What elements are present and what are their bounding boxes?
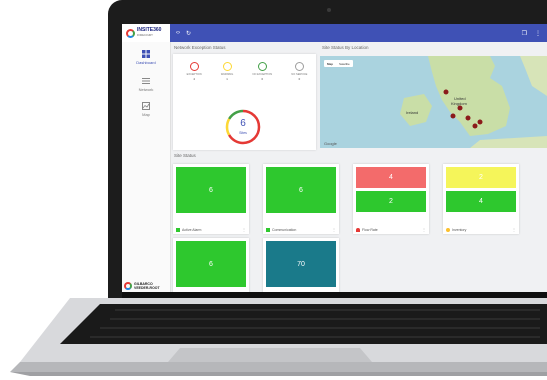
warning-item[interactable]: WARNING 1: [221, 62, 233, 90]
card-menu-icon[interactable]: ⋮: [422, 227, 426, 232]
status-card-label: Inventory: [452, 228, 467, 232]
no-exception-label: NO EXCEPTION: [252, 73, 273, 76]
sidebar-item-dashboard[interactable]: Dashboard: [122, 50, 170, 65]
card-menu-icon[interactable]: ⋮: [512, 227, 516, 232]
logo-icon: [126, 28, 135, 38]
exception-label: EXCEPTION: [186, 73, 202, 76]
more-icon[interactable]: ⋮: [535, 30, 541, 37]
card-menu-icon[interactable]: ⋮: [242, 227, 246, 232]
map-label-kingdom: Kingdom: [451, 101, 467, 106]
sidebar-item-label: Dashboard: [136, 60, 156, 65]
communication-icon: [266, 228, 270, 232]
no-service-label: NO SERVICE: [291, 73, 308, 76]
status-card-label: Active Alarm: [182, 228, 202, 232]
map-icon: [142, 102, 150, 110]
refresh-icon[interactable]: ↻: [186, 30, 191, 37]
card-menu-icon[interactable]: ⋮: [332, 227, 336, 232]
location-title: Site Status By Location: [322, 45, 369, 50]
network-exception-card: EXCEPTION 4 WARNING 1 NO EXCEPTION 0 NO …: [173, 54, 316, 150]
tab-map[interactable]: Map: [324, 60, 336, 67]
laptop-screen: INSITE360 FORECOURT ‹› ↻ ❐ ⋮ Dashboard Ne…: [122, 24, 547, 296]
status-tile[interactable]: 4: [446, 191, 516, 212]
status-tile[interactable]: 6: [266, 167, 336, 213]
no-exception-item[interactable]: NO EXCEPTION 0: [252, 62, 273, 90]
footer-logo: GILBARCO VEEDER-ROOT: [124, 282, 160, 290]
status-card-communication[interactable]: 6 Communication ⋮: [263, 164, 339, 234]
sidebar-item-map[interactable]: Map: [122, 102, 170, 117]
status-card-flow-rate[interactable]: 4 2 Flow Rate ⋮: [353, 164, 429, 234]
webcam: [327, 8, 331, 12]
no-exception-ring-icon: [257, 62, 267, 71]
window-icon[interactable]: ❐: [522, 30, 527, 37]
no-exception-count: 0: [261, 77, 264, 81]
status-card-label: Communication: [272, 228, 297, 232]
sidebar-item-network[interactable]: Network: [122, 77, 170, 92]
sites-label: Sites: [239, 131, 247, 135]
alarm-icon: [176, 228, 180, 232]
map-label-ireland: Ireland: [406, 110, 419, 115]
site-status-title: Site Status: [174, 153, 196, 158]
footer-brand-2: VEEDER-ROOT: [134, 286, 160, 290]
map-canvas: [400, 56, 547, 148]
network-exception-title: Network Exception Status: [174, 45, 226, 50]
location-map[interactable]: United Kingdom Ireland Map Satellite Goo…: [320, 56, 547, 148]
status-card-active-alarm[interactable]: 6 Active Alarm ⋮: [173, 164, 249, 234]
status-tile[interactable]: 6: [176, 167, 246, 213]
no-service-item[interactable]: NO SERVICE 0: [291, 62, 307, 90]
tab-satellite[interactable]: Satellite: [336, 60, 353, 67]
status-card-5[interactable]: 6: [173, 238, 249, 296]
app-logo[interactable]: INSITE360 FORECOURT: [122, 24, 170, 42]
inventory-icon: [446, 228, 450, 232]
exception-count: 4: [193, 77, 195, 81]
warning-count: 1: [226, 77, 228, 81]
status-tile[interactable]: 70: [266, 241, 336, 287]
warning-ring-icon: [222, 62, 232, 71]
map-attribution: Google: [324, 141, 337, 146]
exception-legend: EXCEPTION 4 WARNING 1 NO EXCEPTION 0 NO …: [177, 62, 317, 90]
status-tile[interactable]: 2: [446, 167, 516, 188]
dashboard-icon: [142, 50, 150, 58]
collapse-icon[interactable]: ‹›: [176, 30, 180, 36]
gauge-icon: [356, 228, 360, 232]
laptop-base: [10, 292, 547, 376]
sites-total: 6: [240, 118, 246, 129]
status-card-label: Flow Rate: [362, 228, 378, 232]
warning-label: WARNING: [220, 73, 234, 76]
map-type-tabs: Map Satellite: [324, 60, 353, 67]
status-tile[interactable]: 2: [356, 191, 426, 212]
exception-ring-icon: [189, 62, 199, 71]
top-bar: ‹› ↻ ❐ ⋮: [170, 24, 547, 42]
no-service-count: 0: [298, 77, 301, 81]
no-service-ring-icon: [294, 62, 304, 71]
status-tile[interactable]: 4: [356, 167, 426, 188]
sidebar-item-label: Network: [138, 87, 154, 92]
status-card-6[interactable]: 70: [263, 238, 339, 296]
status-tile[interactable]: 6: [176, 241, 246, 287]
brand-sub: FORECOURT: [137, 34, 153, 37]
list-icon: [142, 78, 150, 84]
gvr-logo-icon: [124, 282, 132, 290]
status-card-inventory[interactable]: 2 4 Inventory ⋮: [443, 164, 519, 234]
exception-item[interactable]: EXCEPTION 4: [187, 62, 202, 90]
sidebar: Dashboard Network Map GILBARCO VEEDER-ROO…: [122, 42, 171, 296]
sidebar-item-label: Map: [142, 112, 150, 117]
